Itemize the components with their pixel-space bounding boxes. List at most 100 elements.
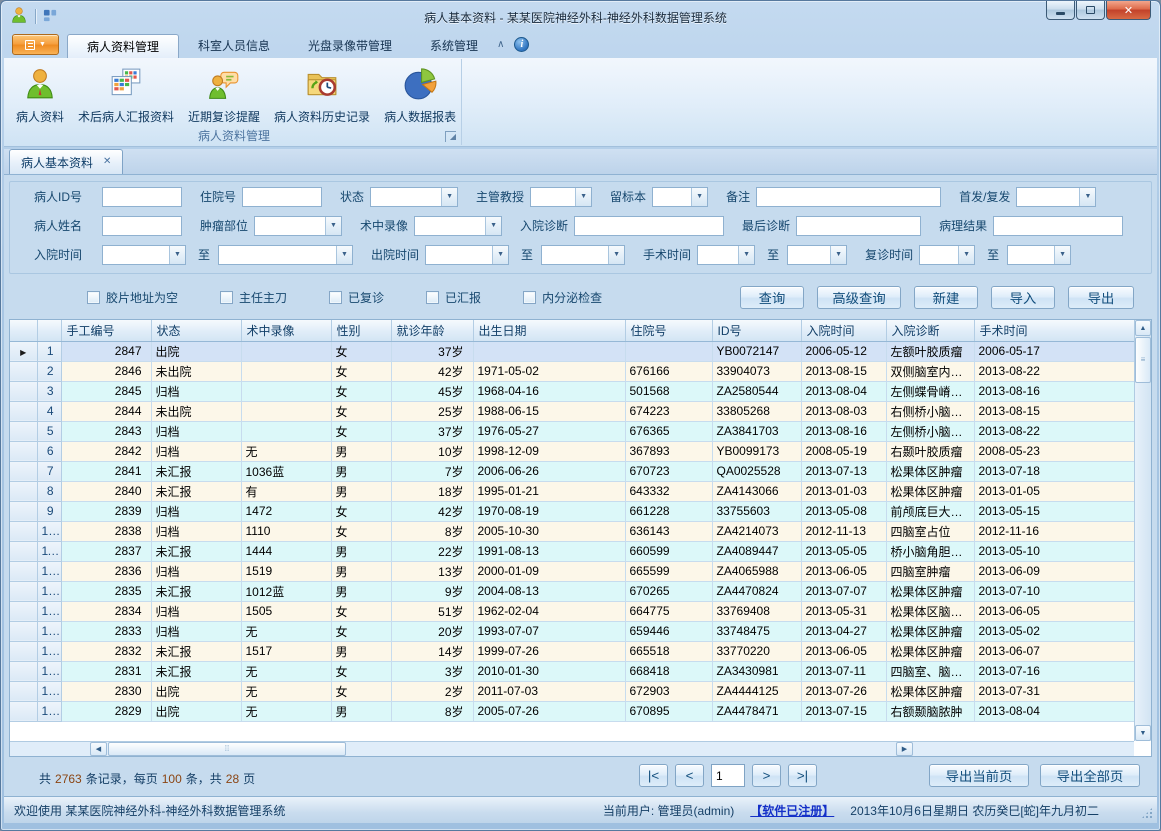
cell-intraop-video[interactable]: 无 xyxy=(241,701,331,721)
cell-manual-no[interactable]: 2846 xyxy=(61,361,151,381)
cell-status[interactable]: 归档 xyxy=(151,381,241,401)
chevron-down-icon[interactable]: ▼ xyxy=(492,246,508,264)
cell-manual-no[interactable]: 2839 xyxy=(61,501,151,521)
cell-id-no[interactable]: YB0099173 xyxy=(712,441,801,461)
cell-admit-diagnosis[interactable]: 右侧桥小脑角... xyxy=(886,401,974,421)
table-row[interactable]: 11 2837 未汇报 1444 男 22岁 1991-08-13 660599… xyxy=(10,541,1136,561)
cell-manual-no[interactable]: 2833 xyxy=(61,621,151,641)
header-status[interactable]: 状态 xyxy=(151,320,241,341)
cell-age[interactable]: 45岁 xyxy=(391,381,473,401)
table-row[interactable]: 1 2847 出院 女 37岁 YB0072147 2006-05-12 左额叶… xyxy=(10,341,1136,361)
cell-intraop-video[interactable]: 1036蓝 xyxy=(241,461,331,481)
cell-admit-diagnosis[interactable]: 桥小脑角胆脂... xyxy=(886,541,974,561)
cell-admission-no[interactable]: 670265 xyxy=(625,581,712,601)
cell-admission-no[interactable]: 672903 xyxy=(625,681,712,701)
table-row[interactable]: 9 2839 归档 1472 女 42岁 1970-08-19 661228 3… xyxy=(10,501,1136,521)
cell-admit-diagnosis[interactable]: 松果体区脑膜瘤 xyxy=(886,601,974,621)
cell-admit-time[interactable]: 2006-05-12 xyxy=(801,341,886,361)
cell-admit-diagnosis[interactable]: 左侧桥小脑角... xyxy=(886,421,974,441)
horizontal-scroll-thumb[interactable]: ⁞⁞ xyxy=(108,742,346,756)
cell-birth-date[interactable]: 1976-05-27 xyxy=(473,421,625,441)
admit-time-from-combo[interactable]: ▼ xyxy=(102,245,186,265)
cell-intraop-video[interactable] xyxy=(241,381,331,401)
cell-admission-no[interactable]: 661228 xyxy=(625,501,712,521)
patient-data-button[interactable]: 病人资料 xyxy=(9,62,71,128)
cell-admission-no[interactable]: 664775 xyxy=(625,601,712,621)
admit-diagnosis-input[interactable] xyxy=(574,216,724,236)
cell-admit-diagnosis[interactable]: 四脑室、脑干... xyxy=(886,661,974,681)
header-admission-no[interactable]: 住院号 xyxy=(625,320,712,341)
postop-report-button[interactable]: 术后病人汇报资料 xyxy=(71,62,181,128)
cell-admit-diagnosis[interactable]: 松果体区肿瘤 xyxy=(886,641,974,661)
cell-birth-date[interactable]: 1991-08-13 xyxy=(473,541,625,561)
cell-age[interactable]: 9岁 xyxy=(391,581,473,601)
header-gender[interactable]: 性别 xyxy=(331,320,391,341)
cell-admit-time[interactable]: 2013-05-31 xyxy=(801,601,886,621)
cell-birth-date[interactable]: 1970-08-19 xyxy=(473,501,625,521)
cell-intraop-video[interactable]: 1472 xyxy=(241,501,331,521)
cell-manual-no[interactable]: 2832 xyxy=(61,641,151,661)
table-row[interactable]: 4 2844 未出院 女 25岁 1988-06-15 674223 33805… xyxy=(10,401,1136,421)
cell-id-no[interactable]: 33748475 xyxy=(712,621,801,641)
cell-intraop-video[interactable]: 无 xyxy=(241,441,331,461)
first-page-button[interactable]: |< xyxy=(639,764,668,787)
query-button[interactable]: 查询 xyxy=(740,286,804,309)
revisited-checkbox[interactable]: 已复诊 xyxy=(329,289,384,306)
cell-surgery-time[interactable]: 2013-06-07 xyxy=(974,641,1136,661)
header-age[interactable]: 就诊年龄 xyxy=(391,320,473,341)
cell-admission-no[interactable]: 660599 xyxy=(625,541,712,561)
cell-gender[interactable]: 女 xyxy=(331,521,391,541)
cell-birth-date[interactable]: 2011-07-03 xyxy=(473,681,625,701)
cell-gender[interactable]: 女 xyxy=(331,681,391,701)
tumor-site-combo[interactable]: ▼ xyxy=(254,216,342,236)
cell-id-no[interactable]: ZA4214073 xyxy=(712,521,801,541)
cell-id-no[interactable]: ZA3430981 xyxy=(712,661,801,681)
cell-admission-no[interactable]: 674223 xyxy=(625,401,712,421)
doc-tab-patient-basic-info[interactable]: 病人基本资料 ✕ xyxy=(9,149,123,174)
cell-birth-date[interactable]: 1995-01-21 xyxy=(473,481,625,501)
cell-status[interactable]: 未汇报 xyxy=(151,461,241,481)
cell-admission-no[interactable]: 665518 xyxy=(625,641,712,661)
cell-id-no[interactable]: 33904073 xyxy=(712,361,801,381)
revisit-reminder-button[interactable]: 近期复诊提醒 xyxy=(181,62,267,128)
cell-status[interactable]: 未汇报 xyxy=(151,541,241,561)
cell-gender[interactable]: 女 xyxy=(331,381,391,401)
cell-birth-date[interactable] xyxy=(473,341,625,361)
cell-admit-time[interactable]: 2013-08-16 xyxy=(801,421,886,441)
cell-surgery-time[interactable]: 2013-01-05 xyxy=(974,481,1136,501)
cell-gender[interactable]: 女 xyxy=(331,601,391,621)
table-row[interactable]: 13 2835 未汇报 1012蓝 男 9岁 2004-08-13 670265… xyxy=(10,581,1136,601)
scroll-down-icon[interactable]: ▼ xyxy=(1135,725,1151,741)
checkbox-icon[interactable] xyxy=(523,291,536,304)
discharge-time-from-combo[interactable]: ▼ xyxy=(425,245,509,265)
cell-birth-date[interactable]: 1999-07-26 xyxy=(473,641,625,661)
cell-birth-date[interactable]: 2005-07-26 xyxy=(473,701,625,721)
cell-surgery-time[interactable]: 2013-08-15 xyxy=(974,401,1136,421)
cell-intraop-video[interactable]: 无 xyxy=(241,681,331,701)
table-row[interactable]: 10 2838 归档 1110 女 8岁 2005-10-30 636143 Z… xyxy=(10,521,1136,541)
table-row[interactable]: 2 2846 未出院 女 42岁 1971-05-02 676166 33904… xyxy=(10,361,1136,381)
chevron-down-icon[interactable]: ▼ xyxy=(1079,188,1095,206)
table-row[interactable]: 6 2842 归档 无 男 10岁 1998-12-09 367893 YB00… xyxy=(10,441,1136,461)
cell-surgery-time[interactable]: 2012-11-16 xyxy=(974,521,1136,541)
cell-gender[interactable]: 男 xyxy=(331,441,391,461)
next-page-button[interactable]: > xyxy=(752,764,781,787)
chevron-down-icon[interactable]: ▼ xyxy=(691,188,707,206)
cell-admit-time[interactable]: 2013-07-13 xyxy=(801,461,886,481)
cell-age[interactable]: 13岁 xyxy=(391,561,473,581)
header-surgery-time[interactable]: 手术时间 xyxy=(974,320,1136,341)
cell-gender[interactable]: 女 xyxy=(331,501,391,521)
table-row[interactable]: 3 2845 归档 女 45岁 1968-04-16 501568 ZA2580… xyxy=(10,381,1136,401)
cell-status[interactable]: 未汇报 xyxy=(151,641,241,661)
cell-birth-date[interactable]: 2005-10-30 xyxy=(473,521,625,541)
cell-age[interactable]: 10岁 xyxy=(391,441,473,461)
vertical-scrollbar[interactable]: ▲ ≡ ▼ xyxy=(1134,320,1151,741)
cell-birth-date[interactable]: 1993-07-07 xyxy=(473,621,625,641)
pathology-input[interactable] xyxy=(993,216,1123,236)
checkbox-icon[interactable] xyxy=(220,291,233,304)
cell-admit-diagnosis[interactable]: 松果体区肿瘤 xyxy=(886,681,974,701)
cell-intraop-video[interactable]: 无 xyxy=(241,661,331,681)
cell-admit-time[interactable]: 2013-07-26 xyxy=(801,681,886,701)
cell-age[interactable]: 14岁 xyxy=(391,641,473,661)
cell-birth-date[interactable]: 2000-01-09 xyxy=(473,561,625,581)
